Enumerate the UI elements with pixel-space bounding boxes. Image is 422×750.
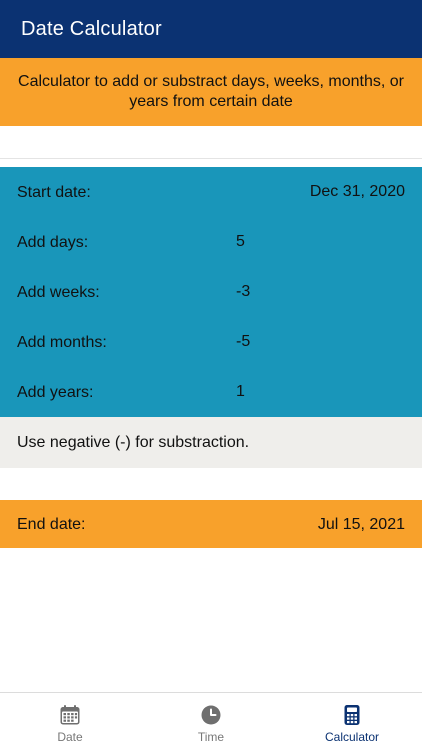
add-weeks-row: Add weeks: -3 [0,267,422,317]
start-date-label: Start date: [17,184,91,201]
start-date-value[interactable]: Dec 31, 2020 [310,183,405,201]
spacer [0,126,422,158]
add-months-input[interactable]: -5 [236,333,250,351]
add-months-row: Add months: -5 [0,317,422,367]
start-date-row[interactable]: Start date: Dec 31, 2020 [0,167,422,217]
add-years-input[interactable]: 1 [236,383,245,401]
tab-calculator-label: Calculator [324,730,380,744]
calculator-icon [344,705,360,725]
tab-time-label: Time [197,730,225,744]
add-months-label: Add months: [17,334,107,351]
add-weeks-label: Add weeks: [17,284,100,301]
end-date-value: Jul 15, 2021 [317,516,405,533]
hint-text: Use negative (-) for substraction. [17,433,250,451]
app-header: Date Calculator [0,0,422,58]
calendar-icon [60,705,80,725]
divider [0,158,422,159]
hint-note: Use negative (-) for substraction. [0,417,422,468]
tab-bar: Date Time Calculator [0,692,422,750]
tab-date-label: Date [57,730,83,744]
intro-text: Calculator to add or substract days, wee… [18,73,404,110]
tab-time[interactable]: Time [141,693,281,750]
end-date-label: End date: [17,516,86,533]
add-weeks-input[interactable]: -3 [236,283,250,301]
clock-icon [201,705,221,725]
tab-calculator[interactable]: Calculator [282,693,422,750]
add-days-label: Add days: [17,234,89,251]
intro-banner: Calculator to add or substract days, wee… [0,58,422,126]
input-section: Start date: Dec 31, 2020 Add days: 5 Add… [0,167,422,417]
tab-date[interactable]: Date [0,693,140,750]
add-days-row: Add days: 5 [0,217,422,267]
add-years-row: Add years: 1 [0,367,422,417]
result-row: End date: Jul 15, 2021 [0,500,422,548]
add-days-input[interactable]: 5 [236,233,245,251]
add-years-label: Add years: [17,384,94,401]
page-title: Date Calculator [21,17,162,40]
